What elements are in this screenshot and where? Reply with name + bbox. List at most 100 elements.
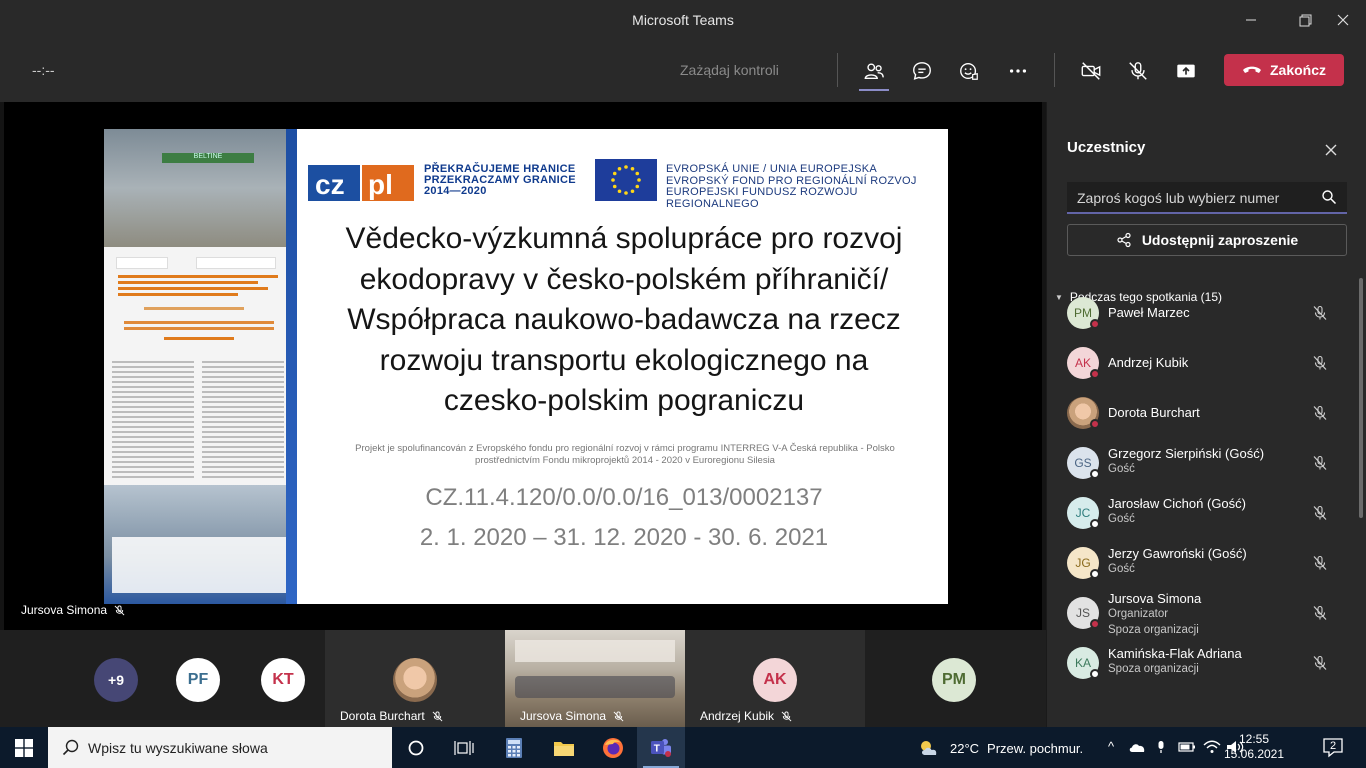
presence-status-icon [1090,369,1100,379]
invite-search-input[interactable] [1077,188,1307,208]
participant-mic-status [1312,455,1328,471]
chat-button[interactable] [904,54,940,88]
calculator-app[interactable] [490,727,538,768]
eu-star-icon [624,191,628,195]
wifi-icon[interactable] [1203,740,1221,754]
participant-row[interactable]: PM Paweł Marzec [1047,288,1357,338]
mic-off-icon [1313,355,1327,370]
mic-off-icon [114,604,125,615]
cortana-button[interactable] [392,727,440,768]
participant-row[interactable]: JS Jursova Simona Organizator Spoza organiz… [1047,588,1357,638]
mic-toggle-button[interactable] [1120,54,1156,88]
notifications-button[interactable]: 2 [1322,736,1344,758]
search-icon[interactable] [1321,189,1337,205]
funding-note-line: prostřednictvím Fondu mikroprojektů 2014… [475,455,775,466]
mic-off-icon [613,710,624,721]
cortana-icon [408,740,424,755]
participant-name: Grzegorz Sierpiński (Gość) [1108,446,1265,461]
participant-row[interactable]: AK Andrzej Kubik [1047,338,1357,388]
raise-hand-icon [960,62,978,80]
video-table [515,676,675,698]
end-call-button[interactable]: Zakończ [1224,54,1344,86]
presence-status-icon [1090,319,1100,329]
camera-toggle-button[interactable] [1073,54,1109,88]
eu-star-icon [635,184,640,189]
svg-text:cz: cz [315,169,345,200]
mic-off-icon [1313,605,1327,620]
video-tile-jursova-simona[interactable]: Jursova Simona [505,630,685,727]
slide-title-line: rozwoju transportu ekologicznego na [379,343,869,377]
close-panel-button[interactable] [1319,138,1343,162]
mic-off-icon [432,710,443,721]
task-view-button[interactable] [440,727,488,768]
toolbar-divider [1054,53,1055,87]
slogan-line: 2014—2020 [424,185,487,197]
panel-scrollbar[interactable] [1359,278,1363,518]
system-clock[interactable]: 12:55 15.06.2021 [1222,732,1286,762]
hang-up-icon [1242,66,1261,73]
end-call-label: Zakończ [1269,62,1326,78]
presence-status-icon [1090,669,1100,679]
taskbar-search-placeholder: Wpisz tu wyszukiwane słowa [88,740,268,756]
battery-icon[interactable] [1178,740,1196,754]
participant-row[interactable]: GS Grzegorz Sierpiński (Gość) Gość [1047,438,1357,488]
participant-role: Organizator [1108,608,1169,620]
share-screen-button[interactable] [1168,54,1204,88]
notification-count: 2 [1330,740,1337,752]
participant-row[interactable]: KA Kamińska-Flak Adriana Spoza organizacji [1047,638,1357,688]
participant-strip: +9 PF KT Dorota Burchart Jursova Simona … [0,630,1046,727]
microphone-tray-icon[interactable] [1154,740,1168,754]
video-tile-dorota-burchart[interactable]: Dorota Burchart [325,630,505,727]
mic-off-icon [1313,655,1327,670]
teams-icon: T [651,738,671,757]
participant-tile-kt[interactable]: KT [261,658,305,702]
more-actions-button[interactable] [1000,54,1036,88]
cz-pl-logo: cz pl [306,163,416,203]
more-participants-button[interactable]: +9 [94,658,138,702]
show-hidden-icons-button[interactable]: ^ [1108,739,1114,754]
presence-status-icon [1090,569,1100,579]
participant-row[interactable]: JG Jerzy Gawroński (Gość) Gość [1047,538,1357,588]
presentation-slide: BELTINE cz pl PŘEKRAČUJEME HRANICE PRZEK… [104,129,948,604]
slide-title-line: czesko-polskim pograniczu [443,384,805,417]
minimize-button[interactable] [1228,0,1274,40]
eu-star-icon [612,184,617,189]
participant-tile-pm[interactable]: PM [932,658,976,702]
svg-text:T: T [654,743,660,754]
partly-cloudy-icon [921,741,937,755]
share-invite-button[interactable]: Udostępnij zaproszenie [1067,224,1347,256]
file-explorer-app[interactable] [540,727,588,768]
calculator-icon [506,737,522,758]
participant-tile-pf[interactable]: PF [176,658,220,702]
start-button[interactable] [0,727,48,768]
participant-row[interactable]: JC Jarosław Cichoń (Gość) Gość [1047,488,1357,538]
firefox-app[interactable] [589,727,637,768]
teams-app[interactable]: T [637,727,685,768]
participant-name-label: Andrzej Kubik [700,709,792,723]
weather-widget[interactable]: 22°C Przew. pochmur. [918,739,1083,757]
project-poster-image: BELTINE [104,129,297,604]
share-invite-label: Udostępnij zaproszenie [1141,232,1299,248]
restore-icon [1299,14,1311,26]
request-control-button[interactable]: Zażądaj kontroli [680,62,779,78]
eu-star-icon [637,178,641,182]
poster-text-line [118,281,258,284]
mic-off-icon [781,710,792,721]
taskbar-search-box[interactable]: Wpisz tu wyszukiwane słowa [48,727,392,768]
share-icon [1117,232,1131,248]
presence-status-icon [1090,519,1100,529]
eu-star-icon [630,166,635,171]
clock-date: 15.06.2021 [1223,747,1285,761]
onedrive-icon[interactable] [1128,741,1146,753]
poster-text-line [124,327,274,330]
participants-button[interactable] [856,54,892,91]
reactions-button[interactable] [951,54,987,88]
firefox-icon [603,737,623,758]
windows-logo-icon [15,738,33,757]
video-tile-andrzej-kubik[interactable]: AK Andrzej Kubik [685,630,865,727]
participant-row[interactable]: Dorota Burchart [1047,388,1357,438]
close-window-button[interactable] [1320,0,1366,40]
participant-name: Jursova Simona [520,709,607,723]
windows-taskbar: Wpisz tu wyszukiwane słowa T 22°C Przew.… [0,727,1366,768]
slide-title-line: Współpraca naukowo-badawcza na rzecz [347,303,901,336]
